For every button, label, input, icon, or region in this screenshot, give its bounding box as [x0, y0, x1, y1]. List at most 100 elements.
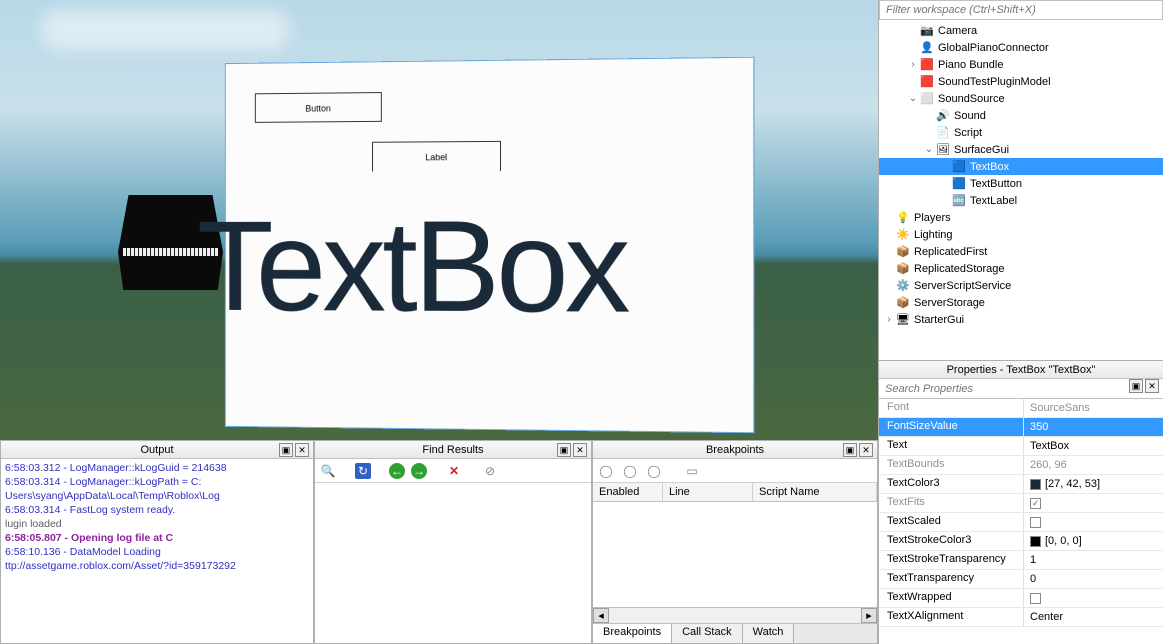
properties-header[interactable]: Properties - TextBox "TextBox" ▣ ✕: [879, 361, 1163, 379]
property-row-textxalignment[interactable]: TextXAlignmentCenter: [879, 608, 1163, 627]
property-row-textscaled[interactable]: TextScaled: [879, 513, 1163, 532]
tree-item-startergui[interactable]: ›🖥StarterGui: [879, 311, 1163, 328]
properties-search-input[interactable]: [879, 379, 1163, 399]
properties-dock-button[interactable]: ▣: [1129, 379, 1143, 393]
tree-item-replicatedstorage[interactable]: 📦ReplicatedStorage: [879, 260, 1163, 277]
breakpoints-body[interactable]: [593, 502, 877, 607]
find-next-icon[interactable]: →: [411, 463, 427, 479]
find-body[interactable]: [315, 483, 591, 643]
tree-item-label: Piano Bundle: [938, 59, 1003, 71]
property-row-text[interactable]: TextTextBox: [879, 437, 1163, 456]
breakpoints-dock-button[interactable]: ▣: [843, 443, 857, 457]
property-value[interactable]: [1024, 513, 1163, 531]
tree-item-label: SoundTestPluginModel: [938, 76, 1051, 88]
checkbox[interactable]: [1030, 593, 1041, 604]
tree-item-textbox[interactable]: 🟦TextBox: [879, 158, 1163, 175]
tree-item-textbutton[interactable]: 🟦TextButton: [879, 175, 1163, 192]
bp-new-icon[interactable]: ◯: [597, 462, 615, 480]
property-row-textstroketransparency[interactable]: TextStrokeTransparency1: [879, 551, 1163, 570]
col-enabled[interactable]: Enabled: [593, 483, 663, 501]
property-value[interactable]: TextBox: [1024, 437, 1163, 455]
tree-item-surfacegui[interactable]: ⌄🖼SurfaceGui: [879, 141, 1163, 158]
scroll-right-button[interactable]: ▸: [861, 608, 877, 623]
tree-item-replicatedfirst[interactable]: 📦ReplicatedFirst: [879, 243, 1163, 260]
find-stop-icon[interactable]: ⊘: [481, 462, 499, 480]
tree-item-camera[interactable]: 📷Camera: [879, 22, 1163, 39]
gui-textbox-preview[interactable]: TextBox: [197, 190, 627, 341]
breakpoints-header[interactable]: Breakpoints ▣ ✕: [593, 441, 877, 459]
property-value[interactable]: SourceSans: [1024, 399, 1163, 417]
property-value[interactable]: Center: [1024, 608, 1163, 626]
property-value[interactable]: 0: [1024, 570, 1163, 588]
property-value[interactable]: 1: [1024, 551, 1163, 569]
tree-expand-icon[interactable]: ›: [907, 59, 919, 70]
output-header[interactable]: Output ▣ ✕: [1, 441, 313, 459]
property-row-textwrapped[interactable]: TextWrapped: [879, 589, 1163, 608]
tree-item-serverscriptservice[interactable]: ⚙️ServerScriptService: [879, 277, 1163, 294]
tree-item-textlabel[interactable]: 🔤TextLabel: [879, 192, 1163, 209]
output-line: 6:58:03.314 - FastLog system ready.: [5, 503, 309, 517]
find-refresh-icon[interactable]: ↻: [355, 463, 371, 479]
property-value[interactable]: 260, 96: [1024, 456, 1163, 474]
breakpoints-hscroll[interactable]: ◂ ▸: [593, 607, 877, 623]
tree-item-players[interactable]: 💡Players: [879, 209, 1163, 226]
output-line: 6:58:05.807 - Opening log file at C: [5, 531, 309, 545]
col-line[interactable]: Line: [663, 483, 753, 501]
property-value[interactable]: [0, 0, 0]: [1024, 532, 1163, 550]
gui-button-preview[interactable]: Button: [255, 92, 382, 123]
output-body[interactable]: 6:58:03.312 - LogManager::kLogGuid = 214…: [1, 459, 313, 643]
checkbox[interactable]: [1030, 517, 1041, 528]
tree-item-globalpianoconnector[interactable]: 👤GlobalPianoConnector: [879, 39, 1163, 56]
output-close-button[interactable]: ✕: [295, 443, 309, 457]
tree-item-label: TextLabel: [970, 195, 1017, 207]
tree-item-script[interactable]: 📄Script: [879, 124, 1163, 141]
output-dock-button[interactable]: ▣: [279, 443, 293, 457]
tree-expand-icon[interactable]: ›: [883, 314, 895, 325]
property-row-texttransparency[interactable]: TextTransparency0: [879, 570, 1163, 589]
property-row-font[interactable]: FontSourceSans: [879, 399, 1163, 418]
explorer-filter-input[interactable]: [879, 0, 1163, 20]
property-row-textcolor3[interactable]: TextColor3[27, 42, 53]: [879, 475, 1163, 494]
properties-close-button[interactable]: ✕: [1145, 379, 1159, 393]
tree-item-icon: 🔤: [951, 193, 967, 209]
breakpoints-close-button[interactable]: ✕: [859, 443, 873, 457]
tree-item-icon: 📦: [895, 295, 911, 311]
checkbox[interactable]: [1030, 498, 1041, 509]
find-prev-icon[interactable]: ←: [389, 463, 405, 479]
tree-item-serverstorage[interactable]: 📦ServerStorage: [879, 294, 1163, 311]
tree-item-piano-bundle[interactable]: ›🟥Piano Bundle: [879, 56, 1163, 73]
tree-item-label: Players: [914, 212, 951, 224]
tab-breakpoints[interactable]: Breakpoints: [593, 624, 672, 643]
tree-item-lighting[interactable]: ☀️Lighting: [879, 226, 1163, 243]
find-dock-button[interactable]: ▣: [557, 443, 571, 457]
find-clear-icon[interactable]: ✕: [445, 462, 463, 480]
viewport-3d[interactable]: Button Label TextBox: [0, 0, 878, 440]
property-row-textfits[interactable]: TextFits: [879, 494, 1163, 513]
tree-item-soundsource[interactable]: ⌄⬜SoundSource: [879, 90, 1163, 107]
find-search-icon[interactable]: 🔍: [319, 462, 337, 480]
surface-gui-preview[interactable]: Button Label TextBox: [225, 57, 754, 434]
property-row-textstrokecolor3[interactable]: TextStrokeColor3[0, 0, 0]: [879, 532, 1163, 551]
bp-delete-icon[interactable]: ◯: [645, 462, 663, 480]
property-name: Font: [879, 399, 1024, 417]
tree-item-soundtestpluginmodel[interactable]: 🟥SoundTestPluginModel: [879, 73, 1163, 90]
property-value[interactable]: 350: [1024, 418, 1163, 436]
tab-watch[interactable]: Watch: [743, 624, 795, 643]
property-value[interactable]: [1024, 589, 1163, 607]
col-script[interactable]: Script Name: [753, 483, 877, 501]
tree-expand-icon[interactable]: ⌄: [907, 93, 919, 104]
property-row-textbounds[interactable]: TextBounds260, 96: [879, 456, 1163, 475]
bp-toggle-icon[interactable]: ◯: [621, 462, 639, 480]
explorer-tree[interactable]: 📷Camera👤GlobalPianoConnector›🟥Piano Bund…: [879, 20, 1163, 360]
bp-goto-icon[interactable]: ▭: [683, 462, 701, 480]
tab-callstack[interactable]: Call Stack: [672, 624, 743, 643]
scroll-left-button[interactable]: ◂: [593, 608, 609, 623]
property-value[interactable]: [27, 42, 53]: [1024, 475, 1163, 493]
property-row-fontsizevalue[interactable]: FontSizeValue350: [879, 418, 1163, 437]
tree-expand-icon[interactable]: ⌄: [923, 144, 935, 155]
find-header[interactable]: Find Results ▣ ✕: [315, 441, 591, 459]
properties-grid[interactable]: FontSourceSansFontSizeValue350TextTextBo…: [879, 399, 1163, 644]
tree-item-sound[interactable]: 🔊Sound: [879, 107, 1163, 124]
find-close-button[interactable]: ✕: [573, 443, 587, 457]
property-value[interactable]: [1024, 494, 1163, 512]
